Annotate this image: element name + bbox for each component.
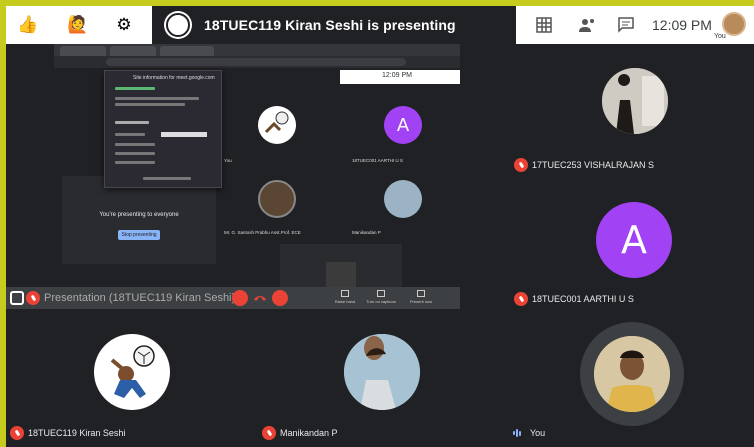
chat-icon[interactable] xyxy=(612,12,640,38)
participant-avatar-you xyxy=(594,336,670,412)
speaking-indicator-icon xyxy=(510,426,524,440)
popup-title: Site information for meet.google.com xyxy=(133,75,215,81)
emoji-icon[interactable]: 🙋 xyxy=(64,12,92,38)
inner-avatar-manikandan xyxy=(384,180,422,218)
popup-line xyxy=(115,143,155,146)
popup-line xyxy=(115,133,145,136)
inner-avatar-santosh xyxy=(258,180,296,218)
inner-name: You xyxy=(224,158,232,163)
mic-off-icon xyxy=(514,292,528,306)
popup-line xyxy=(115,103,185,106)
popup-secure-line xyxy=(115,87,155,90)
meet-stage: 👍 🙋 ⚙ 18TUEC119 Kiran Seshi is presentin… xyxy=(6,6,754,447)
presenter-avatar xyxy=(166,13,190,37)
browser-tab-strip xyxy=(54,44,460,56)
inner-top-bar: 12:09 PM xyxy=(340,70,460,84)
popup-line xyxy=(115,97,199,100)
site-info-popup: Site information for meet.google.com xyxy=(104,70,222,188)
participant-name: 18TUEC119 Kiran Seshi xyxy=(28,428,126,438)
participant-name: Manikandan P xyxy=(280,428,338,438)
clock: 12:09 PM xyxy=(652,17,712,33)
stop-presenting-button: Stop presenting xyxy=(118,230,160,240)
presenting-text: 18TUEC119 Kiran Seshi is presenting xyxy=(204,17,456,33)
present-icon[interactable] xyxy=(10,291,24,305)
grid-icon[interactable] xyxy=(530,12,558,38)
self-avatar[interactable] xyxy=(722,12,746,36)
address-bar xyxy=(54,56,460,68)
captions-button[interactable]: Turn on captions xyxy=(366,290,396,306)
browser-tab xyxy=(160,46,214,56)
present-now-button[interactable]: Present now xyxy=(406,290,436,306)
inner-name: 18TUEC001 AARTHI U S xyxy=(352,158,403,163)
browser-tab xyxy=(60,46,106,56)
popup-line xyxy=(115,121,149,124)
mic-off-icon xyxy=(514,158,528,172)
participant-avatar-you-ring xyxy=(580,322,684,426)
mic-toggle-button[interactable] xyxy=(232,290,248,306)
presentation-label: Presentation (18TUEC119 Kiran Seshi) xyxy=(44,292,236,304)
you-are-presenting-panel: You're presenting to everyone Stop prese… xyxy=(62,176,216,264)
participant-avatar-vishalrajan xyxy=(602,68,668,134)
mic-off-icon xyxy=(10,426,24,440)
shared-screen: You're presenting to everyone Stop prese… xyxy=(54,44,460,316)
popup-line xyxy=(115,152,155,155)
top-bar: 👍 🙋 ⚙ 18TUEC119 Kiran Seshi is presentin… xyxy=(6,6,754,44)
raise-hand-button[interactable]: Raise hand xyxy=(330,290,360,306)
participant-avatar-aarthi: A xyxy=(596,202,672,278)
mic-off-icon xyxy=(26,291,40,305)
browser-tab xyxy=(110,46,156,56)
presenting-to-everyone: You're presenting to everyone xyxy=(99,212,179,218)
popup-select xyxy=(161,132,207,137)
hangup-button[interactable] xyxy=(252,290,268,306)
popup-line xyxy=(115,161,155,164)
inner-name: Mr. G. Santosh Prabhu Asst.Prof. ECE xyxy=(224,230,301,235)
presenting-banner: 18TUEC119 Kiran Seshi is presenting xyxy=(152,6,516,44)
you-label: You xyxy=(714,33,726,40)
hand-raise-icon[interactable]: 👍 xyxy=(14,12,42,38)
popup-clear-line xyxy=(143,177,191,180)
people-icon[interactable] xyxy=(574,12,602,38)
gear-icon[interactable]: ⚙ xyxy=(110,12,138,38)
participant-name: You xyxy=(530,428,546,438)
participant-name: 17TUEC253 VISHALRAJAN S xyxy=(532,160,655,170)
inner-avatar-you xyxy=(258,106,296,144)
inner-clock: 12:09 PM xyxy=(382,72,412,79)
inner-name: Manikandan P xyxy=(352,230,381,235)
participant-avatar-kiran xyxy=(94,334,170,410)
camera-toggle-button[interactable] xyxy=(272,290,288,306)
url-field xyxy=(106,58,406,66)
participant-name: 18TUEC001 AARTHI U S xyxy=(532,294,634,304)
presentation-bar: Presentation (18TUEC119 Kiran Seshi) Rai… xyxy=(6,287,460,309)
inner-avatar-aarthi: A xyxy=(384,106,422,144)
mic-off-icon xyxy=(262,426,276,440)
participant-avatar-manikandan xyxy=(344,334,420,410)
